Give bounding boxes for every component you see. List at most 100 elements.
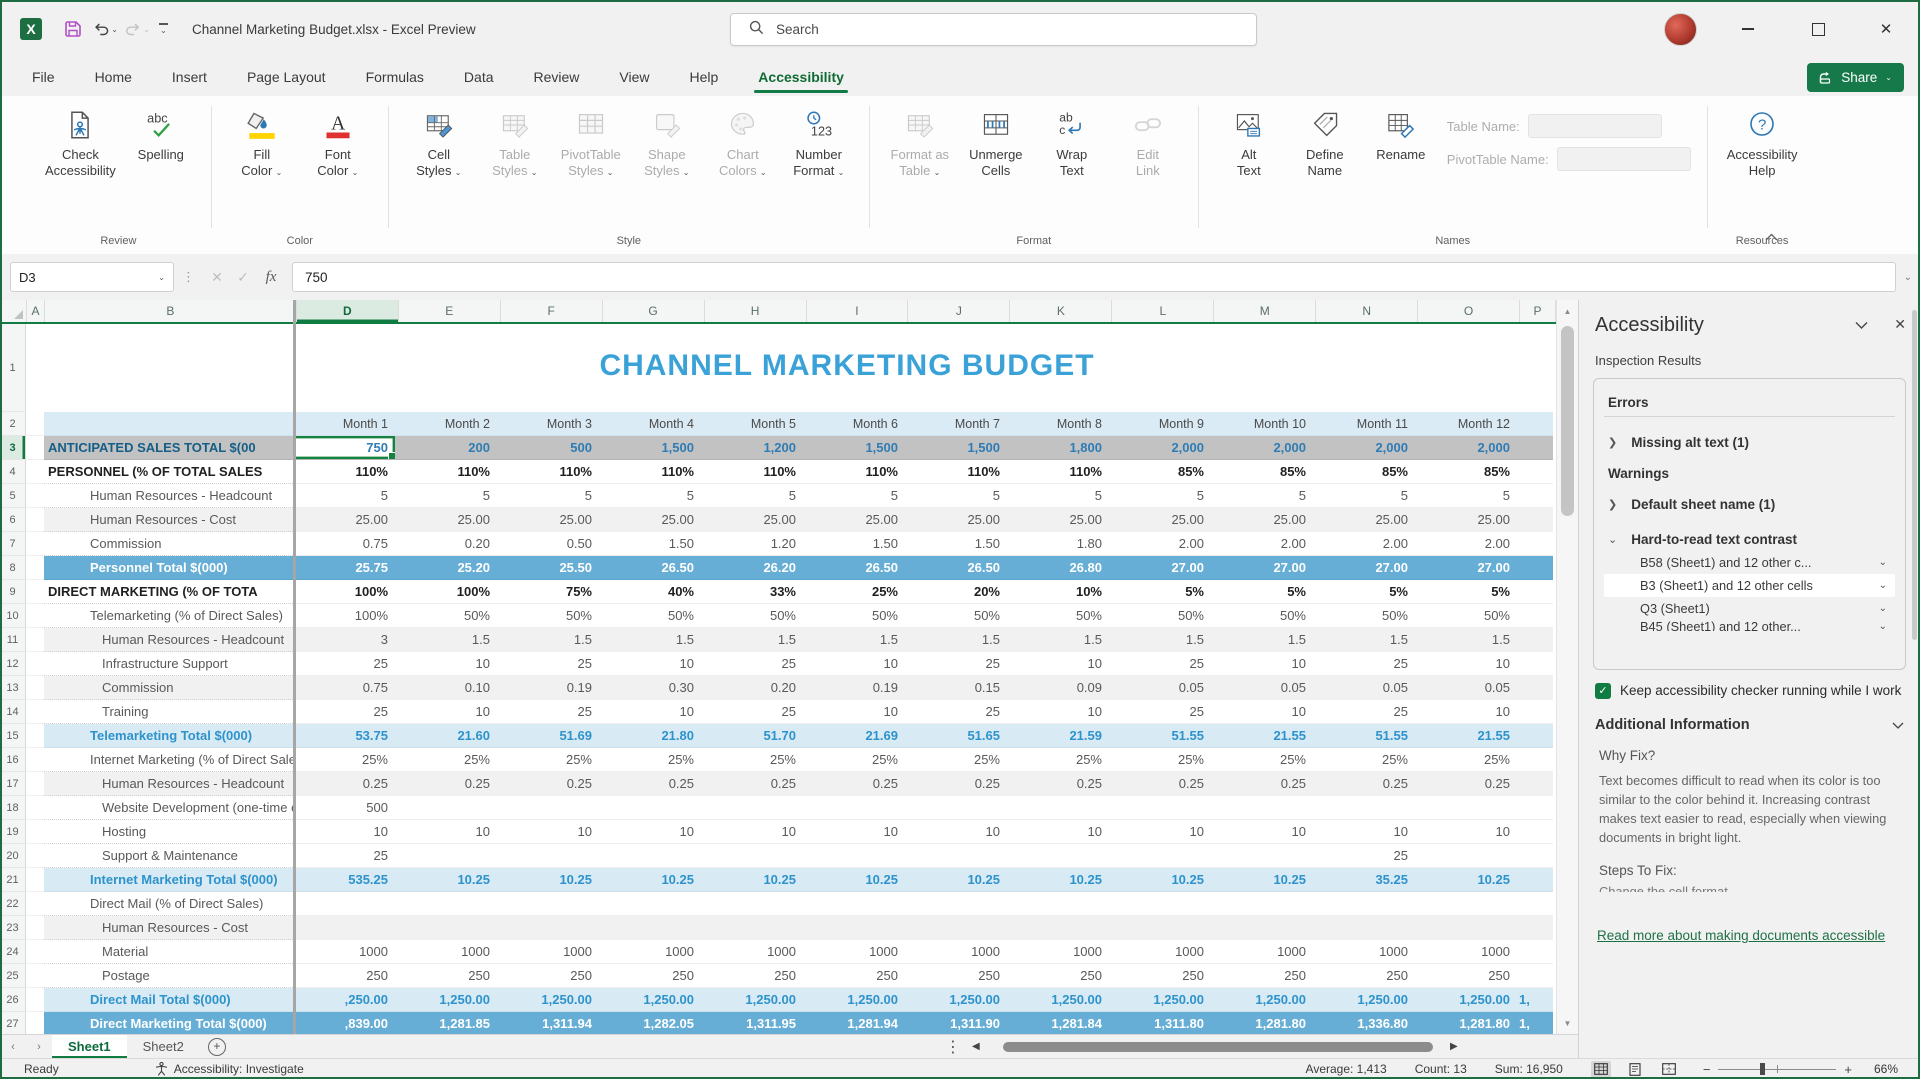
cell[interactable]: 1,500 [803, 436, 905, 460]
avatar[interactable] [1664, 13, 1697, 46]
cell[interactable]: 25% [803, 748, 905, 772]
cell[interactable]: 5 [395, 484, 497, 508]
cell[interactable]: 35.25 [1313, 868, 1415, 892]
undo-button[interactable]: ⌄ [92, 16, 118, 42]
warning-item-default-sheet-name[interactable]: ❯ Default sheet name (1) [1604, 487, 1895, 522]
column-header-L[interactable]: L [1112, 300, 1214, 322]
cell[interactable]: 10 [701, 820, 803, 844]
cell[interactable]: 2,000 [1211, 436, 1313, 460]
cell[interactable]: 1.5 [497, 628, 599, 652]
cell[interactable]: 10 [599, 820, 701, 844]
cell[interactable]: 40% [599, 580, 701, 604]
row-header-27[interactable]: 27 [0, 1012, 26, 1034]
cell[interactable]: 1000 [599, 940, 701, 964]
cell[interactable]: 5 [1313, 484, 1415, 508]
cell-clipped[interactable] [1517, 748, 1553, 772]
cell[interactable]: 10 [1007, 652, 1109, 676]
cell[interactable]: 2.00 [1313, 532, 1415, 556]
cell[interactable]: 25 [1109, 700, 1211, 724]
cell[interactable]: 25 [497, 700, 599, 724]
cell[interactable]: 25.00 [1415, 508, 1517, 532]
cell-clipped[interactable] [1517, 676, 1553, 700]
cell[interactable]: 3 [293, 628, 395, 652]
cell[interactable]: 0.05 [1109, 676, 1211, 700]
cell[interactable]: 10% [1007, 580, 1109, 604]
hscroll-left-icon[interactable]: ◀ [972, 1035, 980, 1058]
sheet-tab-options-icon[interactable]: ⋮ [945, 1035, 961, 1058]
cell[interactable]: 1,250.00 [1007, 988, 1109, 1012]
column-header-F[interactable]: F [501, 300, 603, 322]
ribbon-button-fontcolor[interactable]: AFontColor ⌄ [300, 102, 376, 185]
cell-label[interactable]: Direct Mail Total $(000) [44, 988, 293, 1012]
cell-label[interactable]: Material [44, 940, 293, 964]
row-header-22[interactable]: 22 [0, 892, 26, 916]
cell[interactable]: 25 [701, 700, 803, 724]
contrast-item-0[interactable]: B58 (Sheet1) and 12 other c...⌄ [1604, 551, 1895, 574]
cell-label[interactable]: Infrastructure Support [44, 652, 293, 676]
cell[interactable]: 5 [803, 484, 905, 508]
expand-formula-bar-icon[interactable]: ⌄ [1904, 272, 1912, 283]
cell[interactable]: 1.5 [1313, 628, 1415, 652]
cell[interactable]: 10 [1211, 700, 1313, 724]
share-button[interactable]: Share ⌄ [1807, 63, 1904, 92]
cell[interactable]: 1,250.00 [803, 988, 905, 1012]
tab-home[interactable]: Home [93, 63, 134, 91]
cell-label[interactable]: Support & Maintenance [44, 844, 293, 868]
row-header-5[interactable]: 5 [0, 484, 26, 508]
cell-label[interactable]: ANTICIPATED SALES TOTAL $(00 [44, 436, 293, 460]
row-header-26[interactable]: 26 [0, 988, 26, 1012]
contrast-item-2[interactable]: Q3 (Sheet1)⌄ [1604, 597, 1895, 620]
cell[interactable]: 250 [803, 964, 905, 988]
cell[interactable]: 0.25 [1415, 772, 1517, 796]
cell-label[interactable]: Human Resources - Cost [44, 508, 293, 532]
cell[interactable]: 5 [293, 484, 395, 508]
cell[interactable]: 250 [497, 964, 599, 988]
cell-label[interactable]: Direct Mail (% of Direct Sales) [44, 892, 293, 916]
cell[interactable] [599, 844, 701, 868]
cell-label[interactable]: Human Resources - Headcount [44, 628, 293, 652]
horizontal-scrollbar[interactable] [995, 1041, 1445, 1053]
cell[interactable] [905, 916, 1007, 940]
cell[interactable]: 25.00 [1007, 508, 1109, 532]
cell[interactable]: 5% [1211, 580, 1313, 604]
cell-clipped[interactable] [1517, 796, 1553, 820]
cell[interactable] [1007, 796, 1109, 820]
cell[interactable]: 0.25 [293, 772, 395, 796]
cell[interactable]: 0.20 [395, 532, 497, 556]
cell[interactable]: 25.00 [1313, 508, 1415, 532]
cell[interactable] [1415, 796, 1517, 820]
insert-function-icon[interactable]: fx [256, 269, 286, 286]
cell-clipped[interactable] [1517, 820, 1553, 844]
cell[interactable]: 10 [1415, 700, 1517, 724]
cell[interactable]: 10 [1109, 820, 1211, 844]
row-header-6[interactable]: 6 [0, 508, 26, 532]
cell[interactable] [1109, 892, 1211, 916]
cell[interactable] [497, 916, 599, 940]
cell[interactable]: 25% [497, 748, 599, 772]
cell[interactable] [1211, 916, 1313, 940]
cell[interactable] [803, 844, 905, 868]
cell[interactable]: 21.69 [803, 724, 905, 748]
sheet-tab-sheet2[interactable]: Sheet2 [127, 1035, 200, 1058]
cell[interactable] [497, 844, 599, 868]
cell[interactable]: 1000 [1109, 940, 1211, 964]
cell[interactable]: 1,200 [701, 436, 803, 460]
cell[interactable]: 25% [905, 748, 1007, 772]
cell[interactable]: 1000 [497, 940, 599, 964]
ribbon-button-accesshelp[interactable]: ?AccessibilityHelp [1720, 102, 1805, 183]
tab-view[interactable]: View [617, 63, 651, 91]
page-break-preview-icon[interactable] [1659, 1061, 1679, 1078]
scroll-up-icon[interactable]: ▲ [1557, 300, 1578, 322]
cell[interactable] [1109, 916, 1211, 940]
cell[interactable]: 50% [1211, 604, 1313, 628]
ribbon-button-cellstyles[interactable]: CellStyles ⌄ [401, 102, 477, 185]
cell[interactable]: 25.50 [497, 556, 599, 580]
row-header-11[interactable]: 11 [0, 628, 26, 652]
cell[interactable]: 1,281.85 [395, 1012, 497, 1034]
cell[interactable]: 25% [1313, 748, 1415, 772]
cell[interactable]: 110% [701, 460, 803, 484]
cell[interactable]: 25 [1313, 844, 1415, 868]
cell[interactable]: 10 [293, 820, 395, 844]
cell[interactable]: 25.00 [701, 508, 803, 532]
cell[interactable]: 25 [293, 844, 395, 868]
